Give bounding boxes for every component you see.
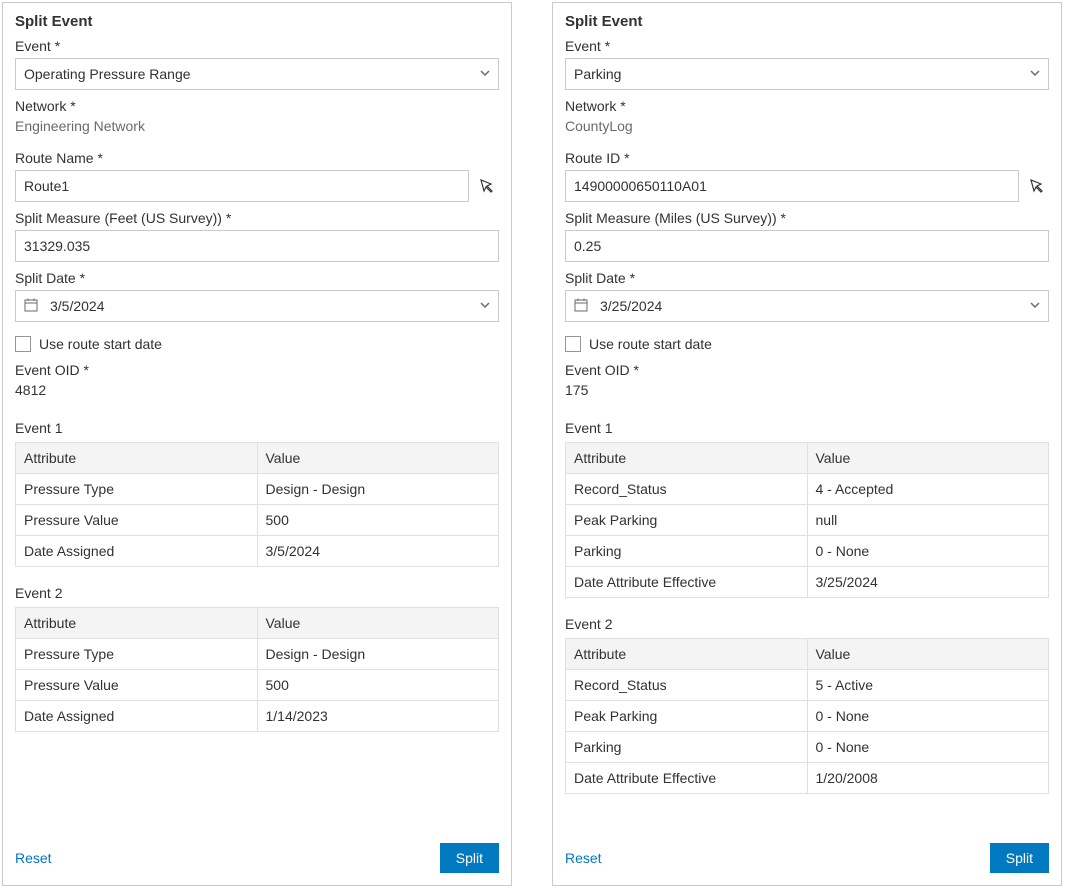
attr-cell: Peak Parking <box>566 701 808 732</box>
event-oid-value: 175 <box>565 382 1049 398</box>
split-measure-input[interactable] <box>15 230 499 262</box>
col-value: Value <box>807 443 1049 474</box>
table-row: Peak Parkingnull <box>566 505 1049 536</box>
value-cell[interactable]: 1/14/2023 <box>257 701 499 732</box>
col-value: Value <box>257 443 499 474</box>
event-oid-label: Event OID * <box>15 362 499 378</box>
attr-cell: Date Assigned <box>16 701 258 732</box>
event-select[interactable] <box>565 58 1049 90</box>
attr-cell: Parking <box>566 732 808 763</box>
col-attribute: Attribute <box>566 639 808 670</box>
col-value: Value <box>257 608 499 639</box>
split-date-input[interactable] <box>15 290 499 322</box>
value-cell[interactable]: 500 <box>257 670 499 701</box>
route-label: Route ID * <box>565 150 1049 166</box>
table-row: Record_Status4 - Accepted <box>566 474 1049 505</box>
event2-table: Attribute Value Record_Status5 - ActiveP… <box>565 638 1049 794</box>
use-route-start-date-label: Use route start date <box>589 336 712 352</box>
attr-cell: Record_Status <box>566 474 808 505</box>
table-row: Record_Status5 - Active <box>566 670 1049 701</box>
route-label: Route Name * <box>15 150 499 166</box>
attr-cell: Pressure Type <box>16 474 258 505</box>
reset-button[interactable]: Reset <box>565 850 602 866</box>
col-value: Value <box>807 639 1049 670</box>
value-cell[interactable]: 1/20/2008 <box>807 763 1049 794</box>
network-label: Network * <box>15 98 499 114</box>
event1-title: Event 1 <box>565 420 1049 436</box>
split-measure-label: Split Measure (Feet (US Survey)) * <box>15 210 499 226</box>
panel-title: Split Event <box>15 13 499 30</box>
split-date-label: Split Date * <box>15 270 499 286</box>
table-row: Date Attribute Effective1/20/2008 <box>566 763 1049 794</box>
route-input[interactable] <box>15 170 469 202</box>
use-route-start-date-checkbox[interactable] <box>565 336 581 352</box>
map-pick-cursor-icon[interactable] <box>475 170 499 202</box>
value-cell[interactable]: Design - Design <box>257 474 499 505</box>
attr-cell: Parking <box>566 536 808 567</box>
attr-cell: Peak Parking <box>566 505 808 536</box>
network-value: CountyLog <box>565 118 1049 134</box>
event-select[interactable] <box>15 58 499 90</box>
use-route-start-date-checkbox[interactable] <box>15 336 31 352</box>
use-route-start-date-label: Use route start date <box>39 336 162 352</box>
event2-title: Event 2 <box>15 585 499 601</box>
attr-cell: Date Assigned <box>16 536 258 567</box>
attr-cell: Pressure Value <box>16 505 258 536</box>
table-row: Date Attribute Effective3/25/2024 <box>566 567 1049 598</box>
value-cell[interactable]: 0 - None <box>807 701 1049 732</box>
table-row: Pressure Value500 <box>16 505 499 536</box>
col-attribute: Attribute <box>16 608 258 639</box>
event2-title: Event 2 <box>565 616 1049 632</box>
col-attribute: Attribute <box>16 443 258 474</box>
value-cell[interactable]: 500 <box>257 505 499 536</box>
attr-cell: Date Attribute Effective <box>566 763 808 794</box>
value-cell[interactable]: 0 - None <box>807 536 1049 567</box>
event1-title: Event 1 <box>15 420 499 436</box>
value-cell[interactable]: 5 - Active <box>807 670 1049 701</box>
split-button[interactable]: Split <box>990 843 1049 873</box>
event-label: Event * <box>15 38 499 54</box>
table-row: Pressure TypeDesign - Design <box>16 474 499 505</box>
attr-cell: Record_Status <box>566 670 808 701</box>
value-cell[interactable]: Design - Design <box>257 639 499 670</box>
event1-table: Attribute Value Pressure TypeDesign - De… <box>15 442 499 567</box>
attr-cell: Pressure Value <box>16 670 258 701</box>
table-row: Date Assigned3/5/2024 <box>16 536 499 567</box>
split-date-label: Split Date * <box>565 270 1049 286</box>
event-label: Event * <box>565 38 1049 54</box>
event2-table: Attribute Value Pressure TypeDesign - De… <box>15 607 499 732</box>
panel-title: Split Event <box>565 13 1049 30</box>
table-row: Pressure Value500 <box>16 670 499 701</box>
col-attribute: Attribute <box>566 443 808 474</box>
table-row: Parking0 - None <box>566 536 1049 567</box>
value-cell[interactable]: 3/5/2024 <box>257 536 499 567</box>
table-row: Parking0 - None <box>566 732 1049 763</box>
split-measure-label: Split Measure (Miles (US Survey)) * <box>565 210 1049 226</box>
event-oid-label: Event OID * <box>565 362 1049 378</box>
attr-cell: Date Attribute Effective <box>566 567 808 598</box>
value-cell[interactable]: 4 - Accepted <box>807 474 1049 505</box>
value-cell[interactable]: 3/25/2024 <box>807 567 1049 598</box>
route-input[interactable] <box>565 170 1019 202</box>
value-cell[interactable]: null <box>807 505 1049 536</box>
event-oid-value: 4812 <box>15 382 499 398</box>
split-event-panel-right: Split Event Event * Network * CountyLog … <box>552 2 1062 886</box>
map-pick-cursor-icon[interactable] <box>1025 170 1049 202</box>
network-value: Engineering Network <box>15 118 499 134</box>
value-cell[interactable]: 0 - None <box>807 732 1049 763</box>
split-button[interactable]: Split <box>440 843 499 873</box>
split-date-input[interactable] <box>565 290 1049 322</box>
table-row: Peak Parking0 - None <box>566 701 1049 732</box>
attr-cell: Pressure Type <box>16 639 258 670</box>
event1-table: Attribute Value Record_Status4 - Accepte… <box>565 442 1049 598</box>
network-label: Network * <box>565 98 1049 114</box>
table-row: Date Assigned1/14/2023 <box>16 701 499 732</box>
split-event-panel-left: Split Event Event * Network * Engineerin… <box>2 2 512 886</box>
reset-button[interactable]: Reset <box>15 850 52 866</box>
table-row: Pressure TypeDesign - Design <box>16 639 499 670</box>
split-measure-input[interactable] <box>565 230 1049 262</box>
